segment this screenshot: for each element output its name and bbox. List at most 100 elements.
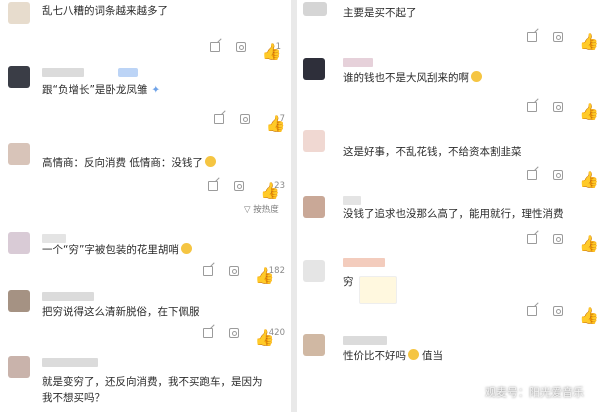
avatar[interactable]: [8, 290, 30, 312]
comment-column-right: 主要是买不起了 👍 谁的钱也不是大风刮来的啊 👍 这是好事，不乱花钱，不给资本割…: [297, 0, 600, 412]
edit-icon[interactable]: [202, 266, 213, 276]
comment-actions: 👍: [511, 100, 599, 121]
sort-label: 按热度: [253, 205, 279, 215]
avatar[interactable]: [303, 130, 325, 152]
comment-item: 就是变穷了，还反向消费，我不买跑车，是因为 我不想买吗？: [0, 350, 291, 412]
like-icon[interactable]: 👍: [262, 42, 282, 61]
comment-actions: 👍: [511, 304, 599, 325]
edit-icon[interactable]: [213, 114, 224, 124]
avatar[interactable]: [8, 232, 30, 254]
comment-text-body: 一个“穷”字被包装的花里胡哨: [42, 244, 179, 256]
like-icon[interactable]: 👍: [579, 306, 599, 325]
smiley-emoji-icon: [408, 349, 419, 360]
comment-text-body: 跟“负增长”是卧龙凤雏: [42, 84, 148, 96]
username-blurred: [42, 68, 84, 77]
comment-column-left: 乱七八糟的词条越来越多了 👍 1 跟“负增长”是卧龙凤雏 ✦ 👍 7 高情商：反…: [0, 0, 291, 412]
avatar[interactable]: [303, 260, 325, 282]
comment-item: 谁的钱也不是大风刮来的啊 👍: [297, 52, 600, 121]
like-icon[interactable]: 👍: [260, 181, 280, 200]
edit-icon[interactable]: [527, 32, 537, 42]
avatar[interactable]: [8, 2, 30, 24]
comment-actions: 👍 420: [187, 326, 285, 347]
like-icon[interactable]: 👍: [579, 32, 599, 51]
comment-item: 跟“负增长”是卧龙凤雏 ✦ 👍 7: [0, 60, 291, 133]
comment-item: 高情商：反向消费 低情商：没钱了 👍 23 ▽ 按热度: [0, 135, 291, 225]
user-badge-blurred: [118, 68, 138, 77]
share-icon[interactable]: [239, 114, 250, 124]
share-icon[interactable]: [553, 102, 563, 112]
edit-icon[interactable]: [527, 234, 537, 244]
share-icon[interactable]: [553, 32, 563, 42]
username-blurred: [42, 358, 98, 367]
comment-actions: 👍 1: [194, 40, 282, 61]
edit-icon[interactable]: [527, 102, 537, 112]
comment-item: 穷 👍: [297, 254, 600, 328]
edit-icon[interactable]: [202, 328, 213, 338]
comment-text-suffix: 值当: [422, 350, 443, 362]
username-blurred: [343, 336, 387, 345]
share-icon[interactable]: [553, 170, 563, 180]
comment-text-line2: 我不想买吗？: [42, 392, 105, 404]
share-icon[interactable]: [228, 266, 239, 276]
comment-text: 一个“穷”字被包装的花里胡哨: [42, 242, 192, 258]
avatar[interactable]: [303, 334, 325, 356]
comment-text: 跟“负增长”是卧龙凤雏 ✦: [42, 82, 160, 98]
share-icon[interactable]: [553, 234, 563, 244]
like-icon[interactable]: 👍: [255, 266, 275, 285]
comment-text: 把穷说得这么清新脱俗，在下佩服: [42, 306, 200, 318]
comment-actions: 👍 182: [187, 264, 285, 285]
comment-text: 穷: [343, 276, 354, 288]
comment-actions: 👍: [511, 30, 599, 51]
share-icon[interactable]: [228, 328, 239, 338]
comment-text: 乱七八糟的词条越来越多了: [42, 5, 168, 17]
like-icon[interactable]: 👍: [266, 114, 286, 133]
comment-text: 这是好事，不乱花钱，不给资本割韭菜: [343, 146, 522, 158]
sort-by-hot-link[interactable]: ▽ 按热度: [244, 203, 279, 215]
comment-actions: 👍 23: [192, 179, 285, 200]
username-blurred: [42, 292, 94, 301]
avatar[interactable]: [303, 196, 325, 218]
share-icon[interactable]: [234, 181, 245, 191]
comment-text: 没钱了追求也没那么高了，能用就行，理性消费: [343, 208, 564, 220]
comment-actions: 👍: [511, 168, 599, 189]
comment-item: 这是好事，不乱花钱，不给资本割韭菜 👍: [297, 124, 600, 192]
comment-actions: 👍 7: [198, 112, 286, 133]
edit-icon[interactable]: [527, 306, 537, 316]
avatar[interactable]: [303, 58, 325, 80]
like-icon[interactable]: 👍: [255, 328, 275, 347]
avatar[interactable]: [8, 356, 30, 378]
comment-text: 性价比不好吗 值当: [343, 348, 443, 364]
comment-actions: 👍: [511, 232, 599, 253]
comment-text-body: 高情商：反向消费 低情商：没钱了: [42, 157, 203, 169]
like-icon[interactable]: 👍: [579, 234, 599, 253]
share-icon[interactable]: [553, 306, 563, 316]
comment-text-body: 谁的钱也不是大风刮来的啊: [343, 72, 469, 84]
comment-text-line1: 就是变穷了，还反向消费，我不买跑车，是因为: [42, 376, 263, 388]
avatar[interactable]: [8, 143, 30, 165]
watermark: 观麦号：阳光爱音乐: [485, 386, 584, 399]
like-icon[interactable]: 👍: [579, 170, 599, 189]
smiley-emoji-icon: [471, 71, 482, 82]
comment-item: 没钱了追求也没那么高了，能用就行，理性消费 👍: [297, 192, 600, 253]
comment-item: 乱七八糟的词条越来越多了 👍 1: [0, 0, 291, 61]
comment-sticker-image[interactable]: [359, 276, 397, 304]
comment-item: 一个“穷”字被包装的花里胡哨 👍 182: [0, 228, 291, 285]
smiley-emoji-icon: [204, 156, 216, 167]
comment-text-body: 性价比不好吗: [343, 350, 406, 362]
comment-text: 主要是买不起了: [343, 7, 417, 19]
comment-text: 谁的钱也不是大风刮来的啊: [343, 70, 482, 86]
comment-screenshot-collage: 乱七八糟的词条越来越多了 👍 1 跟“负增长”是卧龙凤雏 ✦ 👍 7 高情商：反…: [0, 0, 600, 412]
sparkle-icon: ✦: [151, 84, 161, 96]
comment-text: 高情商：反向消费 低情商：没钱了: [42, 155, 216, 171]
comment-item: 主要是买不起了 👍: [297, 0, 600, 52]
edit-icon[interactable]: [527, 170, 537, 180]
like-icon[interactable]: 👍: [579, 102, 599, 121]
edit-icon[interactable]: [209, 42, 220, 52]
avatar[interactable]: [303, 2, 327, 16]
share-icon[interactable]: [235, 42, 246, 52]
username-blurred: [343, 258, 385, 267]
username-blurred: [343, 196, 361, 205]
edit-icon[interactable]: [208, 181, 219, 191]
comment-item: 把穷说得这么清新脱俗，在下佩服 👍 420: [0, 286, 291, 347]
avatar[interactable]: [8, 66, 30, 88]
